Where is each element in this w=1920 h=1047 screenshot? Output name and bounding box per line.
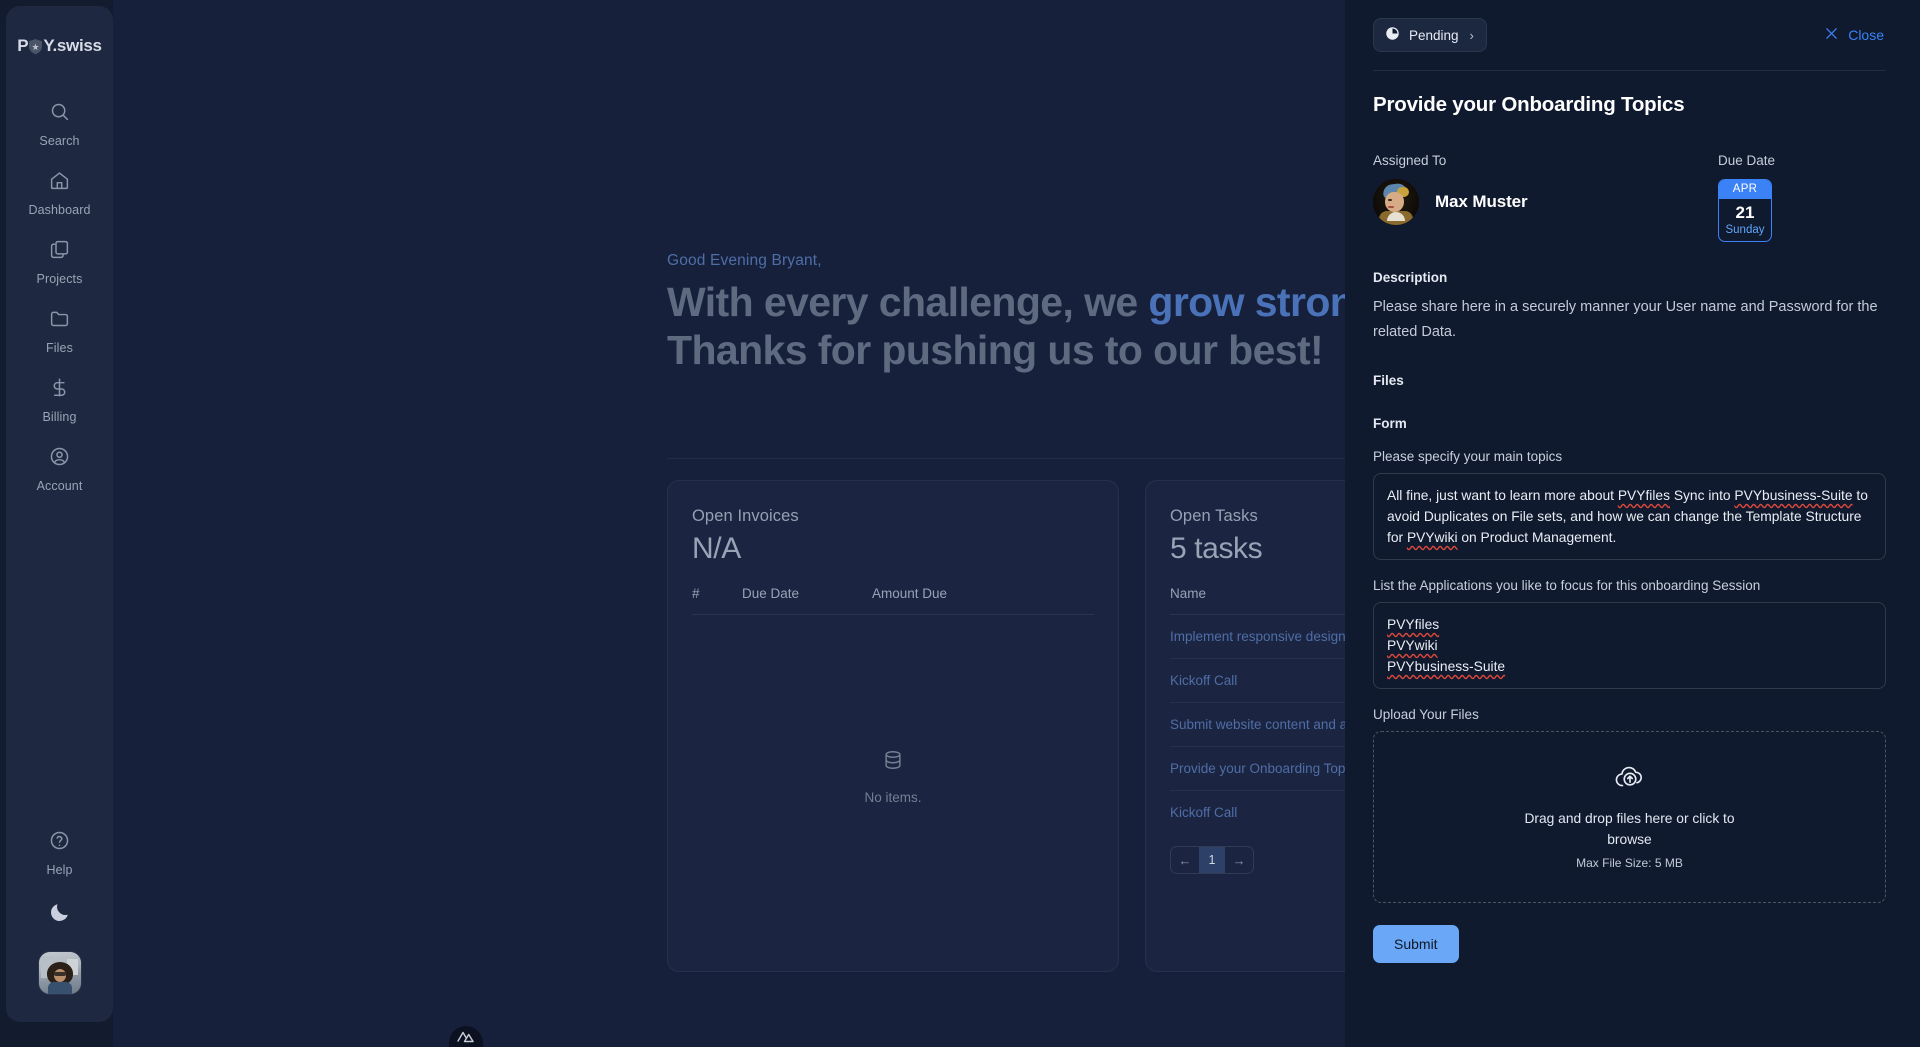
upload-label: Upload Your Files: [1373, 707, 1479, 722]
field-main-topics: Please specify your main topics All fine…: [1373, 449, 1886, 560]
sidebar-item-dashboard[interactable]: Dashboard: [6, 159, 113, 228]
headline-part-1: With every challenge, we: [667, 279, 1149, 325]
dropzone-text: Drag and drop files here or click to bro…: [1524, 810, 1735, 847]
assigned-to-label: Assigned To: [1373, 153, 1447, 168]
pagination-prev-button[interactable]: ←: [1171, 847, 1199, 873]
avatar[interactable]: [38, 952, 81, 994]
files-label: Files: [1373, 373, 1404, 388]
due-date-month: APR: [1719, 180, 1771, 199]
page-headline: With every challenge, we grow stronger. …: [667, 278, 1457, 374]
pagination-next-button[interactable]: →: [1225, 847, 1253, 873]
card-value: N/A: [692, 532, 741, 565]
sidebar-nav: Search Dashboard Projects Files Billing …: [6, 90, 113, 504]
sidebar-item-files[interactable]: Files: [6, 297, 113, 366]
empty-state: No items.: [668, 749, 1118, 805]
sidebar: P Y.swiss Search Dashboard Projects File…: [6, 6, 113, 1022]
panel-header: Pending › Close: [1373, 18, 1886, 52]
sidebar-item-label: Files: [46, 341, 73, 355]
moon-icon[interactable]: [49, 901, 71, 928]
dropzone-max-size: Max File Size: 5 MB: [1576, 855, 1683, 870]
sidebar-item-account[interactable]: Account: [6, 435, 113, 504]
submit-button[interactable]: Submit: [1373, 925, 1459, 963]
description-label: Description: [1373, 270, 1448, 285]
form-label: Form: [1373, 416, 1407, 431]
panel-title: Provide your Onboarding Topics: [1373, 93, 1685, 116]
shield-icon: [28, 38, 43, 55]
logo-prefix: P: [17, 36, 29, 55]
table-header-row: # Due Date Amount Due: [692, 582, 1094, 615]
status-badge[interactable]: Pending ›: [1373, 18, 1487, 52]
file-dropzone[interactable]: Drag and drop files here or click to bro…: [1373, 731, 1886, 903]
home-icon: [49, 170, 70, 196]
applications-textarea[interactable]: PVYfiles PVYwiki PVYbusiness-Suite: [1373, 602, 1886, 689]
sidebar-item-label: Dashboard: [28, 203, 91, 217]
question-circle-icon: [49, 830, 70, 856]
form-section: Form Please specify your main topics All…: [1373, 416, 1886, 993]
greeting-text: Good Evening Bryant,: [667, 252, 822, 269]
app-root: P Y.swiss Search Dashboard Projects File…: [0, 0, 1920, 1047]
due-date-card[interactable]: APR 21 Sunday: [1718, 179, 1772, 242]
due-date-weekday: Sunday: [1725, 224, 1765, 236]
search-icon: [49, 101, 70, 127]
user-circle-icon: [49, 446, 70, 472]
column-header: #: [692, 582, 742, 615]
panel-divider: [1373, 70, 1886, 71]
assigned-to-block: Assigned To Max Muster: [1373, 153, 1718, 242]
upload-section: Upload Your Files Drag and drop files he…: [1373, 707, 1886, 903]
invoices-table: # Due Date Amount Due: [692, 582, 1094, 615]
cloud-upload-icon: [1615, 765, 1645, 794]
close-button-label: Close: [1848, 27, 1884, 43]
description-text: Please share here in a securely manner y…: [1373, 299, 1878, 340]
description-block: Description Please share here in a secur…: [1373, 270, 1886, 345]
task-meta: Assigned To Max Muster Due Date APR 21 S…: [1373, 153, 1886, 242]
sidebar-item-label: Billing: [42, 410, 77, 424]
sidebar-item-label: Account: [36, 479, 83, 493]
folder-icon: [49, 308, 70, 334]
column-header: Due Date: [742, 582, 872, 615]
copy-icon: [49, 239, 70, 265]
pagination: ← 1 →: [1170, 846, 1254, 874]
due-date-block: Due Date APR 21 Sunday: [1718, 153, 1886, 242]
close-button[interactable]: Close: [1822, 22, 1886, 48]
due-date-label: Due Date: [1718, 153, 1776, 168]
sidebar-item-billing[interactable]: Billing: [6, 366, 113, 435]
logo-suffix: Y.swiss: [43, 36, 102, 55]
assignee-avatar: [1373, 179, 1419, 225]
assignee-name: Max Muster: [1435, 192, 1528, 211]
column-header: Amount Due: [872, 582, 1094, 615]
greeting-block: Good Evening Bryant, With every challeng…: [667, 252, 1457, 374]
sidebar-item-help[interactable]: Help: [6, 830, 113, 877]
task-detail-panel: Pending › Close Provide your Onboarding …: [1345, 0, 1920, 1047]
app-logo[interactable]: P Y.swiss: [17, 36, 102, 56]
chevron-right-icon: ›: [1469, 27, 1474, 43]
sidebar-item-label: Search: [39, 134, 80, 148]
files-section: Files: [1373, 373, 1886, 388]
sidebar-item-search[interactable]: Search: [6, 90, 113, 159]
main-topics-textarea[interactable]: All fine, just want to learn more about …: [1373, 473, 1886, 560]
close-icon: [1824, 26, 1839, 44]
assignee: Max Muster: [1373, 179, 1718, 225]
field-label: Please specify your main topics: [1373, 449, 1563, 464]
empty-state-text: No items.: [864, 790, 922, 805]
framework-badge-icon[interactable]: [449, 1026, 483, 1047]
card-title: Open Invoices: [692, 507, 799, 525]
open-invoices-card: Open Invoices N/A # Due Date Amount Due: [667, 480, 1119, 972]
clock-icon: [1385, 26, 1400, 44]
sidebar-item-label: Help: [46, 863, 73, 877]
pagination-page-1[interactable]: 1: [1199, 847, 1225, 873]
due-date-day: 21: [1735, 203, 1755, 222]
sidebar-footer: Help: [6, 830, 113, 994]
field-label: List the Applications you like to focus …: [1373, 578, 1761, 593]
dollar-icon: [49, 377, 70, 403]
database-icon: [882, 749, 904, 776]
status-badge-label: Pending: [1409, 27, 1459, 43]
field-applications: List the Applications you like to focus …: [1373, 578, 1886, 689]
sidebar-item-projects[interactable]: Projects: [6, 228, 113, 297]
sidebar-item-label: Projects: [36, 272, 83, 286]
